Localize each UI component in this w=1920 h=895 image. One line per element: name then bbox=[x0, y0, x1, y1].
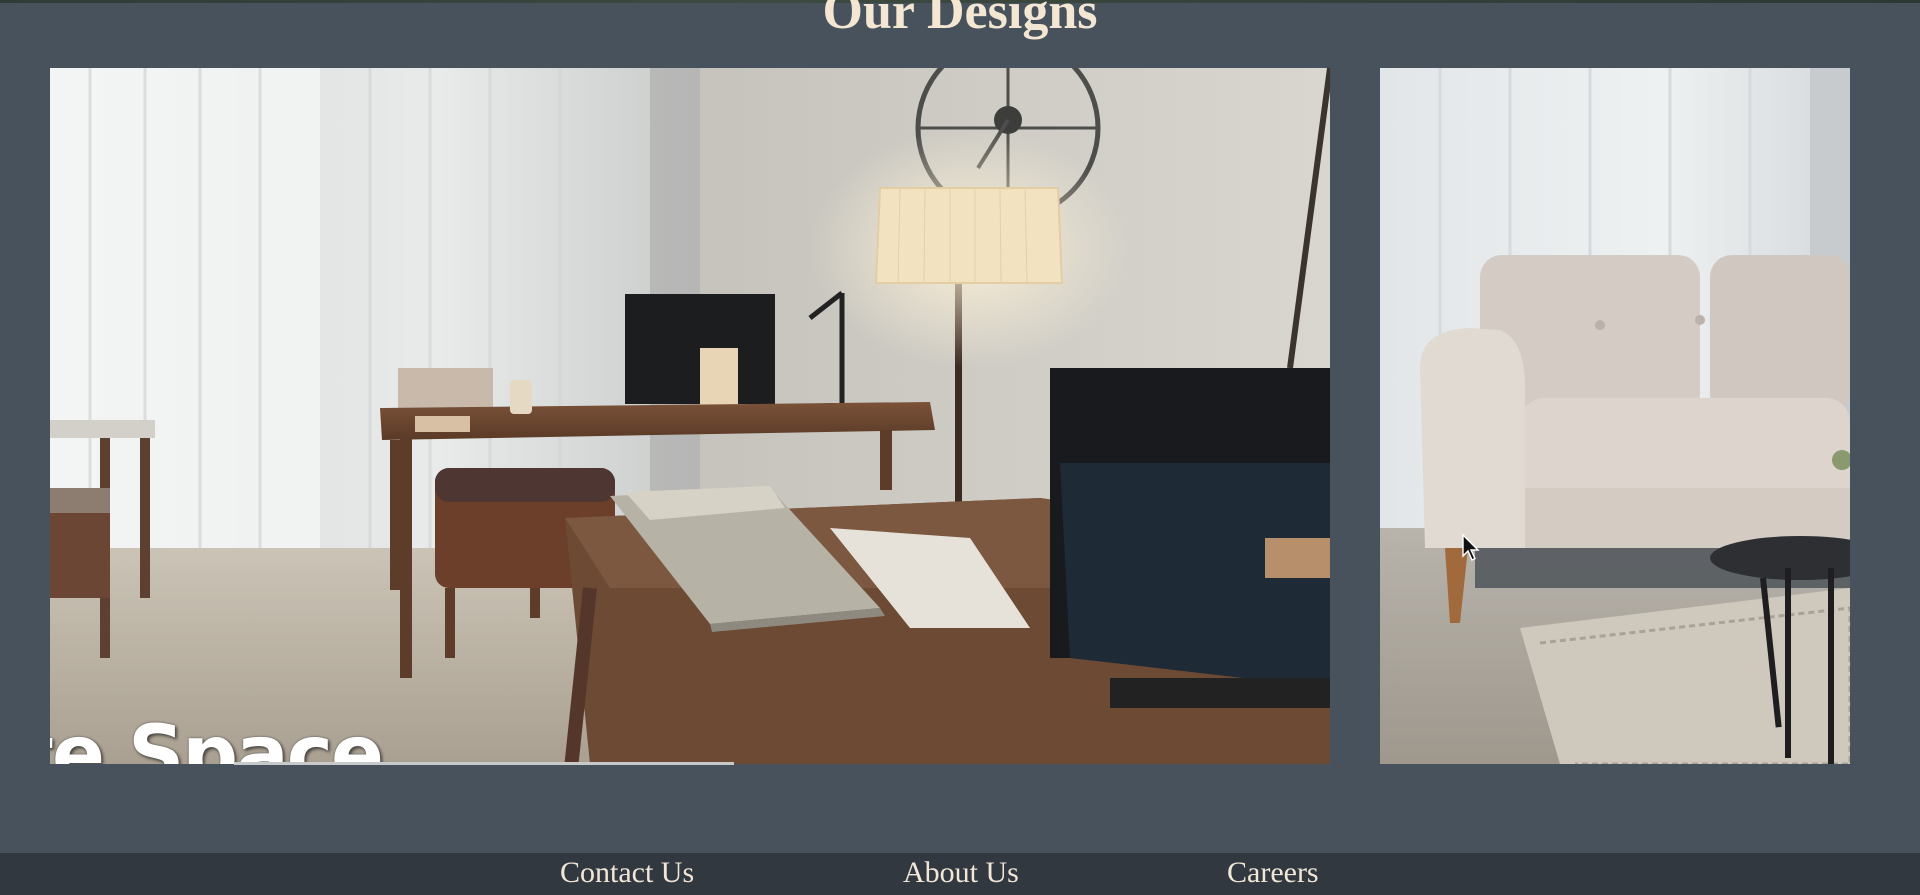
slide-caption: ite Space bbox=[50, 710, 384, 764]
page-title: Our Designs bbox=[822, 0, 1098, 40]
mouse-pointer-icon bbox=[1462, 534, 1480, 561]
carousel-slide-office[interactable]: ite Space bbox=[50, 68, 1330, 764]
office-image bbox=[50, 68, 1330, 764]
sofa-image bbox=[1380, 68, 1850, 764]
footer-link-about[interactable]: About Us bbox=[903, 853, 1019, 893]
footer-link-contact[interactable]: Contact Us bbox=[560, 853, 694, 893]
footer-nav: Contact Us About Us Careers bbox=[0, 853, 1920, 895]
carousel-progress-bar bbox=[234, 762, 734, 765]
carousel-slide-sofa[interactable] bbox=[1380, 68, 1850, 764]
footer-link-careers[interactable]: Careers bbox=[1227, 853, 1319, 893]
